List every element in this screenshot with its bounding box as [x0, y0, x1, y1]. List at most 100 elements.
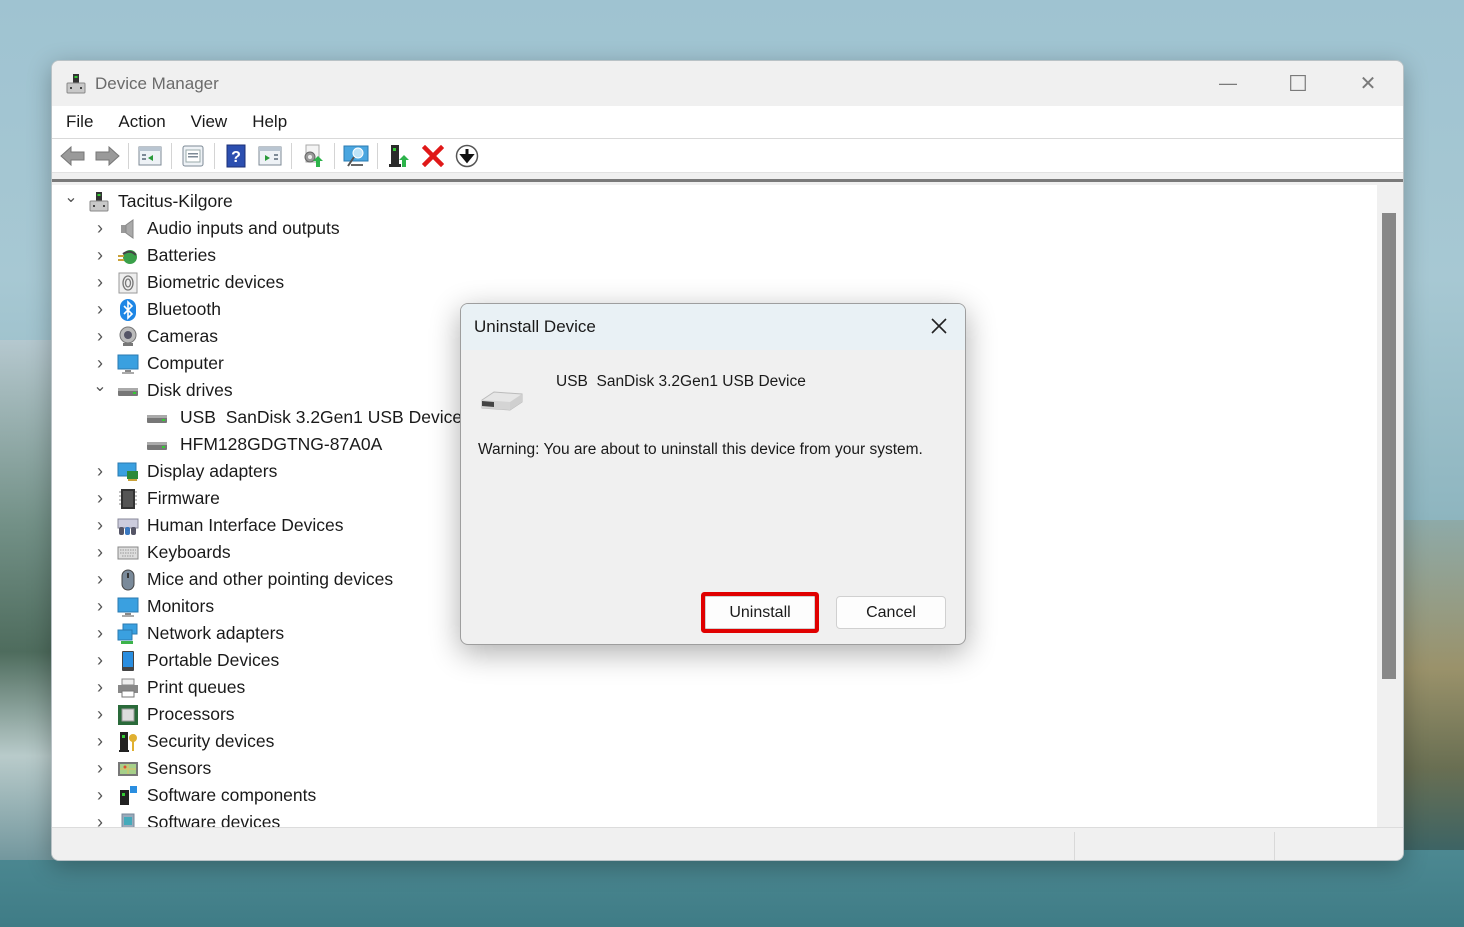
- tree-category[interactable]: › Human Interface Devices: [93, 512, 343, 539]
- chevron-right-icon[interactable]: ›: [93, 461, 107, 482]
- disable-device-button[interactable]: [452, 142, 482, 170]
- toolbar-separator: [377, 142, 378, 169]
- uninstall-x-icon: [422, 144, 444, 167]
- maximize-icon: ☐: [1288, 70, 1308, 96]
- title-bar[interactable]: Device Manager — ☐ ✕: [52, 61, 1403, 106]
- back-button[interactable]: [58, 142, 88, 170]
- show-hide-console-tree-button[interactable]: [135, 142, 165, 170]
- update-driver-icon: [304, 144, 323, 167]
- tree-category[interactable]: › Biometric devices: [93, 269, 284, 296]
- tree-category[interactable]: › Software components: [93, 782, 316, 809]
- properties-button[interactable]: [178, 142, 208, 170]
- tree-category[interactable]: ⌄ Disk drives: [93, 377, 232, 404]
- menu-file[interactable]: File: [58, 112, 101, 132]
- uninstall-button[interactable]: Uninstall: [705, 596, 815, 629]
- chevron-right-icon[interactable]: ›: [93, 272, 107, 293]
- scroll-thumb[interactable]: [1382, 213, 1396, 679]
- tree-item-label: Keyboards: [147, 542, 231, 562]
- chip-icon: [117, 488, 139, 510]
- tree-category[interactable]: › Security devices: [93, 728, 274, 755]
- chevron-right-icon[interactable]: ›: [93, 488, 107, 509]
- scan-hardware-button[interactable]: [341, 142, 371, 170]
- chevron-right-icon[interactable]: ›: [93, 623, 107, 644]
- show-action-pane-button[interactable]: [255, 142, 285, 170]
- tree-category[interactable]: › Software devices: [93, 809, 280, 827]
- tree-category[interactable]: › Print queues: [93, 674, 245, 701]
- tree-item-label: Cameras: [147, 326, 218, 346]
- tree-category[interactable]: › Keyboards: [93, 539, 231, 566]
- tree-category[interactable]: › Portable Devices: [93, 647, 279, 674]
- computer-root-icon: [88, 191, 110, 213]
- chevron-right-icon[interactable]: ›: [93, 569, 107, 590]
- tree-category[interactable]: › Batteries: [93, 242, 216, 269]
- tree-category[interactable]: › Mice and other pointing devices: [93, 566, 393, 593]
- chevron-right-icon[interactable]: ›: [93, 353, 107, 374]
- mouse-icon: [117, 569, 139, 591]
- properties-icon: [182, 145, 204, 166]
- chevron-right-icon[interactable]: ›: [93, 812, 107, 827]
- status-separator: [1074, 832, 1075, 860]
- tree-category[interactable]: › Processors: [93, 701, 235, 728]
- processor-icon: [117, 704, 139, 726]
- toolbar-divider: [52, 173, 1403, 182]
- tree-device-item[interactable]: HFM128GDGTNG-87A0A: [126, 431, 382, 458]
- tree-category[interactable]: › Display adapters: [93, 458, 277, 485]
- tree-category[interactable]: › Sensors: [93, 755, 211, 782]
- dialog-close-button[interactable]: [927, 314, 951, 338]
- chevron-right-icon[interactable]: ›: [93, 218, 107, 239]
- tree-device-item[interactable]: USB SanDisk 3.2Gen1 USB Device: [126, 404, 462, 431]
- enable-device-icon: [389, 144, 409, 167]
- cancel-button[interactable]: Cancel: [836, 596, 946, 629]
- tree-item-label: HFM128GDGTNG-87A0A: [180, 434, 383, 454]
- chevron-right-icon[interactable]: ›: [93, 596, 107, 617]
- tree-item-label: Security devices: [147, 731, 275, 751]
- enable-device-button[interactable]: [384, 142, 414, 170]
- tree-item-label: Firmware: [147, 488, 220, 508]
- chevron-right-icon[interactable]: ›: [93, 785, 107, 806]
- software-component-icon: [117, 785, 139, 807]
- tree-category[interactable]: › Audio inputs and outputs: [93, 215, 340, 242]
- tree-root-computer[interactable]: ⌄ Tacitus-Kilgore: [64, 188, 233, 215]
- chevron-down-icon[interactable]: ⌄: [93, 378, 107, 394]
- tree-category[interactable]: › Network adapters: [93, 620, 284, 647]
- help-button[interactable]: ?: [221, 142, 251, 170]
- toolbar-separator: [334, 142, 335, 169]
- tree-category[interactable]: › Computer: [93, 350, 224, 377]
- tree-category[interactable]: › Firmware: [93, 485, 220, 512]
- menu-help[interactable]: Help: [244, 112, 295, 132]
- chevron-right-icon[interactable]: ›: [93, 677, 107, 698]
- menu-view[interactable]: View: [183, 112, 236, 132]
- tree-item-label: Sensors: [147, 758, 212, 778]
- tree-category[interactable]: › Cameras: [93, 323, 218, 350]
- disk-drive-icon: [146, 434, 168, 456]
- uninstall-device-button[interactable]: [418, 142, 448, 170]
- chevron-right-icon[interactable]: ›: [93, 704, 107, 725]
- chevron-right-icon[interactable]: ›: [93, 542, 107, 563]
- chevron-right-icon[interactable]: ›: [93, 731, 107, 752]
- dialog-title-bar[interactable]: Uninstall Device: [461, 304, 965, 350]
- scan-hardware-icon: [343, 145, 369, 167]
- chevron-right-icon[interactable]: ›: [93, 650, 107, 671]
- vertical-scrollbar[interactable]: [1377, 185, 1403, 827]
- chevron-right-icon[interactable]: ›: [93, 299, 107, 320]
- chevron-down-icon[interactable]: ⌄: [64, 189, 78, 205]
- sensor-icon: [117, 758, 139, 780]
- forward-button[interactable]: [92, 142, 122, 170]
- minimize-button[interactable]: —: [1193, 61, 1263, 106]
- chevron-right-icon[interactable]: ›: [93, 515, 107, 536]
- chevron-right-icon[interactable]: ›: [93, 245, 107, 266]
- chevron-right-icon[interactable]: ›: [93, 758, 107, 779]
- bluetooth-icon: [117, 298, 139, 321]
- speaker-icon: [117, 218, 139, 240]
- update-driver-button[interactable]: [298, 142, 328, 170]
- disk-drive-icon: [146, 407, 168, 429]
- tree-category[interactable]: › Monitors: [93, 593, 214, 620]
- action-pane-icon: [258, 146, 282, 165]
- maximize-button[interactable]: ☐: [1263, 61, 1333, 106]
- close-window-button[interactable]: ✕: [1333, 61, 1403, 106]
- dialog-title: Uninstall Device: [474, 317, 596, 336]
- chevron-right-icon[interactable]: ›: [93, 326, 107, 347]
- cancel-button-label: Cancel: [866, 603, 916, 621]
- tree-category[interactable]: › Bluetooth: [93, 296, 221, 323]
- menu-action[interactable]: Action: [110, 112, 173, 132]
